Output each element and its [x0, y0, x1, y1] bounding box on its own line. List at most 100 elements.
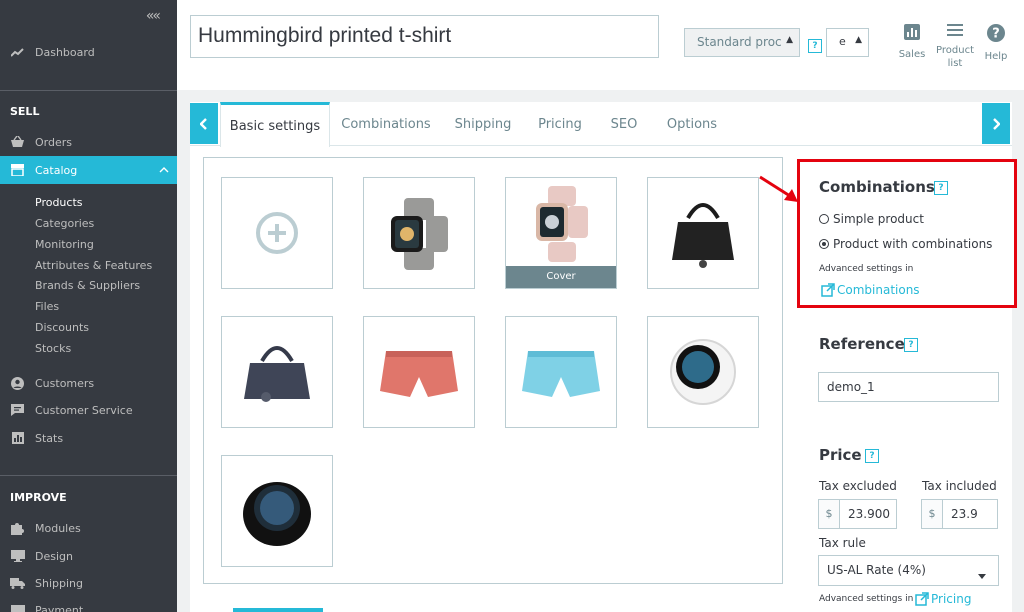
- tax-included-input[interactable]: 23.9: [942, 499, 998, 529]
- product-image-thumb[interactable]: [363, 316, 475, 428]
- advanced-settings-text: Advanced settings in: [819, 264, 914, 274]
- reference-title: Reference: [819, 335, 905, 353]
- tab-pricing[interactable]: Pricing: [530, 102, 590, 146]
- shorts-blue-image: [522, 351, 600, 397]
- select-arrows-icon: ▲: [855, 35, 862, 45]
- help-icon[interactable]: ?: [934, 181, 948, 195]
- svg-text:?: ?: [992, 27, 1000, 42]
- tab-options[interactable]: Options: [660, 102, 724, 146]
- product-type-select[interactable]: Standard proc ▲: [684, 28, 800, 57]
- card-icon: [0, 605, 35, 612]
- chat-icon: [0, 404, 35, 416]
- tab-underline-decor: [233, 608, 323, 612]
- nav-label: Orders: [35, 135, 72, 149]
- smart-speaker-black-image: [243, 482, 311, 546]
- tax-excluded-input[interactable]: 23.900: [839, 499, 897, 529]
- combinations-link[interactable]: Combinations: [821, 283, 920, 297]
- link-label: Pricing: [931, 592, 972, 606]
- nav-label: Stats: [35, 431, 64, 445]
- nav-label: Catalog: [35, 163, 78, 177]
- section-title-improve: IMPROVE: [10, 491, 67, 504]
- subnav-monitoring[interactable]: Monitoring: [35, 238, 94, 251]
- bar-chart-icon: [0, 432, 35, 444]
- radio-button-selected[interactable]: [819, 239, 829, 249]
- radio-simple-product[interactable]: Simple product: [819, 212, 924, 226]
- product-image-thumb[interactable]: [505, 316, 617, 428]
- language-value: e: [839, 35, 846, 48]
- nav-dashboard[interactable]: Dashboard: [0, 40, 177, 64]
- help-icon[interactable]: ?: [865, 449, 879, 463]
- subnav-attributes[interactable]: Attributes & Features: [35, 259, 152, 272]
- tabs-scroll-left-button[interactable]: [190, 103, 218, 144]
- subnav-files[interactable]: Files: [35, 300, 59, 313]
- section-title-sell: SELL: [10, 105, 40, 118]
- radio-product-with-combinations[interactable]: Product with combinations: [819, 237, 992, 251]
- help-icon[interactable]: ?: [808, 39, 822, 53]
- product-image-thumb[interactable]: [221, 316, 333, 428]
- nav-stats[interactable]: Stats: [0, 426, 177, 450]
- product-images-dropzone: Cover: [203, 157, 783, 584]
- tabs-scroll-right-button[interactable]: [982, 103, 1010, 144]
- tab-seo[interactable]: SEO: [604, 102, 644, 146]
- subnav-stocks[interactable]: Stocks: [35, 342, 71, 355]
- truck-icon: [0, 577, 35, 589]
- chevron-right-icon: [993, 117, 1000, 130]
- price-title: Price: [819, 446, 862, 464]
- help-button[interactable]: ? Help: [981, 24, 1011, 63]
- product-image-thumb[interactable]: [363, 177, 475, 289]
- smartwatch-pink-image: [536, 186, 588, 262]
- product-list-button[interactable]: Product list: [933, 24, 977, 70]
- nav-payment[interactable]: Payment: [0, 598, 177, 612]
- chevron-up-icon: [159, 165, 169, 176]
- product-list-label-1: Product: [936, 45, 974, 56]
- language-select[interactable]: e ▲: [826, 28, 869, 57]
- product-image-thumb[interactable]: [647, 177, 759, 289]
- product-name-input[interactable]: Hummingbird printed t-shirt: [190, 15, 659, 58]
- add-image-button[interactable]: [221, 177, 333, 289]
- nav-label: Dashboard: [35, 45, 95, 59]
- radio-label: Product with combinations: [833, 237, 993, 251]
- help-label: Help: [984, 51, 1008, 62]
- tab-shipping[interactable]: Shipping: [448, 102, 518, 146]
- reference-input[interactable]: demo_1: [818, 372, 999, 402]
- nav-catalog[interactable]: Catalog: [0, 156, 177, 184]
- sidebar: «« Dashboard SELL Orders Catalog Product…: [0, 0, 177, 612]
- external-link-icon: [821, 283, 835, 297]
- divider: [0, 90, 177, 91]
- chevron-left-icon: [200, 117, 207, 130]
- subnav-categories[interactable]: Categories: [35, 217, 94, 230]
- caret-down-icon: [978, 568, 986, 582]
- handbag-black-image: [672, 203, 734, 268]
- basket-icon: [0, 136, 35, 148]
- nav-modules[interactable]: Modules: [0, 516, 177, 540]
- trend-icon: [0, 47, 35, 57]
- product-image-thumb[interactable]: [221, 455, 333, 567]
- nav-shipping[interactable]: Shipping: [0, 571, 177, 595]
- subnav-brands[interactable]: Brands & Suppliers: [35, 279, 140, 292]
- radio-button[interactable]: [819, 214, 829, 224]
- product-image-thumb-cover[interactable]: Cover: [505, 177, 617, 289]
- product-list-label-2: list: [947, 58, 963, 69]
- subnav-discounts[interactable]: Discounts: [35, 321, 89, 334]
- pricing-link[interactable]: Pricing: [915, 592, 971, 606]
- nav-customer-service[interactable]: Customer Service: [0, 398, 177, 422]
- monitor-icon: [0, 550, 35, 562]
- nav-design[interactable]: Design: [0, 544, 177, 568]
- subnav-products[interactable]: Products: [35, 196, 83, 209]
- help-icon[interactable]: ?: [904, 338, 918, 352]
- red-arrow-annotation: [759, 175, 798, 202]
- sales-button[interactable]: Sales: [897, 24, 927, 61]
- tax-rule-label: Tax rule: [819, 536, 866, 550]
- tab-basic-settings[interactable]: Basic settings: [220, 102, 330, 147]
- tax-rule-select[interactable]: US-AL Rate (4%): [818, 555, 999, 586]
- product-image-thumb[interactable]: [647, 316, 759, 428]
- nav-orders[interactable]: Orders: [0, 130, 177, 154]
- nav-customers[interactable]: Customers: [0, 371, 177, 395]
- external-link-icon: [915, 592, 929, 606]
- tab-combinations[interactable]: Combinations: [336, 102, 436, 146]
- collapse-sidebar-button[interactable]: ««: [146, 8, 161, 24]
- tax-rule-value: US-AL Rate (4%): [827, 563, 926, 577]
- nav-label: Customers: [35, 376, 95, 390]
- sales-label: Sales: [898, 49, 926, 60]
- select-arrows-icon: ▲: [786, 35, 793, 45]
